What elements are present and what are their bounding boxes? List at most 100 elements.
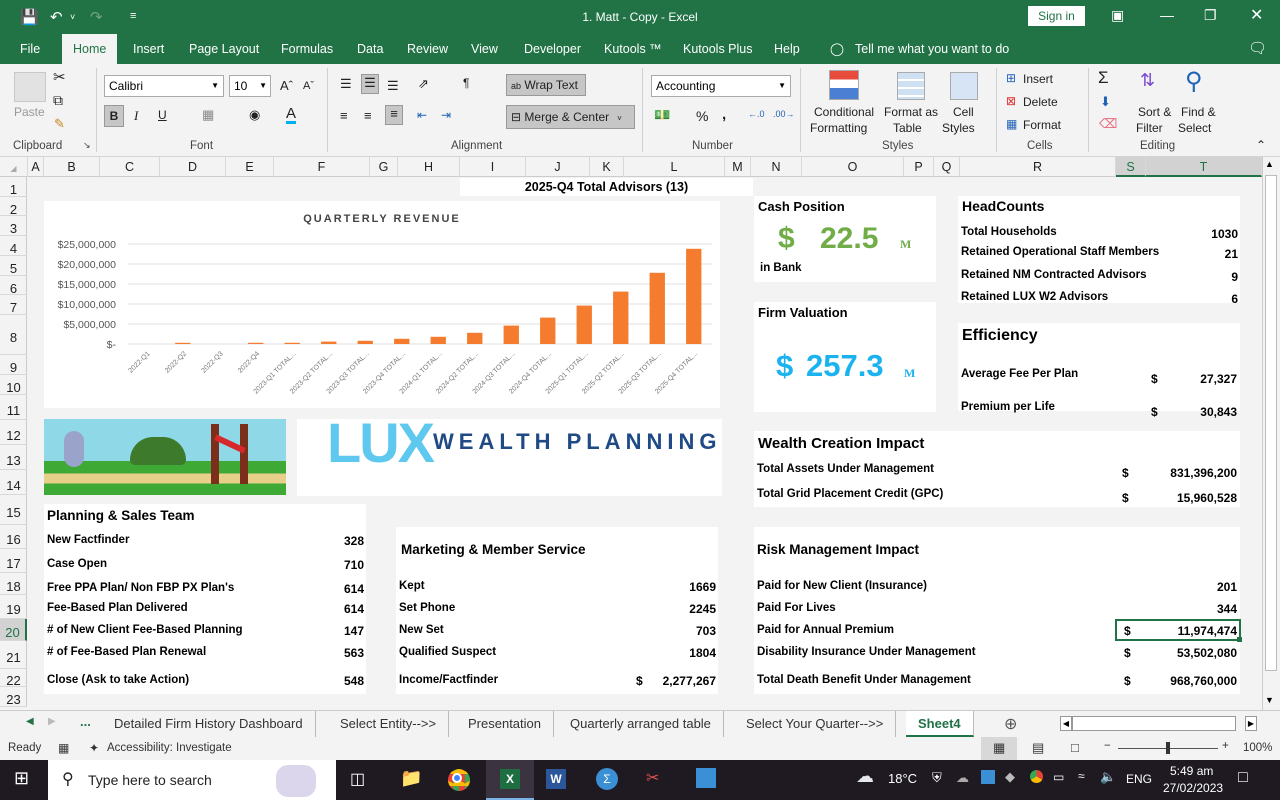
sheet-tab[interactable]: Select Entity-->> [328, 711, 450, 737]
row-header-17[interactable]: 17 [0, 549, 27, 573]
row-header-22[interactable]: 22 [0, 669, 27, 688]
delete-cells-button[interactable]: Delete [1023, 95, 1058, 109]
format-painter-icon[interactable]: ✎ [54, 116, 65, 132]
row-header-12[interactable]: 12 [0, 420, 27, 445]
tab-formulas[interactable]: Formulas [273, 34, 341, 64]
increase-font-icon[interactable]: Aˆ [280, 78, 293, 93]
percent-button[interactable]: % [696, 108, 708, 124]
column-header-j[interactable]: J [526, 157, 590, 177]
cell-styles-button[interactable]: Cell [953, 105, 974, 119]
bold-button[interactable]: B [104, 105, 124, 127]
row-header-15[interactable]: 15 [0, 495, 27, 525]
align-left-icon[interactable]: ≡ [340, 108, 348, 123]
align-bottom-icon[interactable]: ☰ [387, 78, 399, 94]
photos-icon[interactable] [696, 768, 716, 788]
font-size-select[interactable]: 10 ▼ [229, 75, 271, 97]
row-header-7[interactable]: 7 [0, 295, 27, 315]
row-header-1[interactable]: 1 [0, 177, 27, 197]
column-header-a[interactable]: A [28, 157, 44, 177]
accessibility-status[interactable]: Accessibility: Investigate [107, 742, 232, 754]
tab-page-layout[interactable]: Page Layout [181, 34, 267, 64]
paste-button[interactable]: Paste [14, 105, 45, 119]
cut-icon[interactable]: ✂ [53, 68, 66, 86]
tab-view[interactable]: View [463, 34, 506, 64]
hscroll-right-icon[interactable]: ▶ [1245, 716, 1257, 731]
merge-center-button[interactable]: ⊟ Merge & Center ˅ [506, 105, 635, 129]
security-warning-icon[interactable]: ⛨ [932, 770, 942, 786]
tab-kutools[interactable]: Kutools ™ [596, 34, 670, 64]
row-header-4[interactable]: 4 [0, 236, 27, 256]
row-header-5[interactable]: 5 [0, 256, 27, 276]
accessibility-icon[interactable]: ✦ [89, 741, 99, 755]
tray-app-icon[interactable] [981, 770, 995, 784]
row-header-9[interactable]: 9 [0, 355, 27, 375]
add-sheet-icon[interactable]: ⊕ [1004, 714, 1017, 734]
tray-chrome-icon[interactable] [1030, 770, 1043, 783]
windows-start-icon[interactable]: ⊞ [14, 768, 29, 789]
task-view-icon[interactable]: ◫ [350, 769, 365, 789]
wifi-icon[interactable]: ≈ [1078, 769, 1085, 783]
page-break-view-icon[interactable]: □ [1071, 740, 1079, 755]
column-header-h[interactable]: H [398, 157, 460, 177]
clock-time[interactable]: 5:49 am [1170, 764, 1213, 778]
restore-button[interactable]: ❐ [1204, 7, 1217, 24]
clear-icon[interactable]: ⌫ [1099, 116, 1117, 132]
normal-view-button[interactable]: ▦ [981, 737, 1017, 760]
autosum-icon[interactable]: Σ [1098, 68, 1109, 88]
align-right-icon[interactable]: ≡ [385, 105, 403, 125]
close-button[interactable]: ✕ [1250, 5, 1263, 25]
horizontal-scrollbar[interactable] [1072, 716, 1236, 731]
column-header-c[interactable]: C [100, 157, 160, 177]
taskbar-search[interactable]: ⚲ Type here to search [48, 760, 336, 800]
format-as-table-button[interactable]: Format as [884, 105, 938, 119]
sign-in-button[interactable]: Sign in [1028, 6, 1085, 26]
fill-handle[interactable] [1237, 637, 1242, 642]
minimize-button[interactable]: — [1160, 7, 1174, 23]
tab-insert[interactable]: Insert [125, 34, 172, 64]
row-header-11[interactable]: 11 [0, 395, 27, 420]
tab-kutools-plus[interactable]: Kutools Plus [675, 34, 760, 64]
fill-icon[interactable]: ⬇ [1100, 94, 1111, 110]
zoom-slider-thumb[interactable] [1166, 742, 1170, 754]
next-sheet-icon[interactable]: ▶ [48, 716, 56, 727]
page-layout-view-icon[interactable]: ▤ [1032, 740, 1044, 756]
sheet-tab[interactable]: Sheet4 [906, 711, 974, 737]
row-header-19[interactable]: 19 [0, 595, 27, 619]
vertical-scrollbar[interactable]: ▲ ▼ [1262, 157, 1280, 710]
format-as-table-label2[interactable]: Table [893, 121, 922, 135]
column-header-s[interactable]: S [1116, 157, 1146, 177]
increase-decimal-icon[interactable]: ←.0 [748, 109, 765, 119]
row-header-16[interactable]: 16 [0, 525, 27, 549]
scroll-up-icon[interactable]: ▲ [1265, 159, 1274, 169]
row-header-8[interactable]: 8 [0, 315, 27, 355]
align-middle-icon[interactable]: ☰ [361, 74, 379, 94]
comments-icon[interactable]: 🗨 [1240, 34, 1275, 64]
column-header-o[interactable]: O [802, 157, 904, 177]
tab-data[interactable]: Data [349, 34, 391, 64]
column-header-i[interactable]: I [460, 157, 526, 177]
row-header-21[interactable]: 21 [0, 641, 27, 669]
sheet-tab[interactable]: Detailed Firm History Dashboard [102, 711, 316, 737]
column-header-m[interactable]: M [725, 157, 751, 177]
decrease-decimal-icon[interactable]: .00→ [773, 109, 795, 119]
clipboard-launcher-icon[interactable]: ↘ [83, 140, 91, 151]
hscroll-left-icon[interactable]: ◀ [1060, 716, 1072, 731]
word-icon[interactable]: W [546, 769, 566, 789]
row-header-23[interactable]: 23 [0, 687, 27, 707]
row-header-6[interactable]: 6 [0, 276, 27, 296]
macro-record-icon[interactable]: ▦ [58, 741, 69, 755]
selected-cell-T20[interactable] [1115, 619, 1241, 641]
align-top-icon[interactable]: ☰ [340, 76, 352, 92]
temperature[interactable]: 18°C [888, 771, 917, 786]
math-app-icon[interactable]: Σ [596, 768, 618, 790]
row-header-14[interactable]: 14 [0, 470, 27, 495]
italic-button[interactable]: I [134, 108, 138, 124]
comma-button[interactable]: , [722, 106, 726, 123]
sort-filter-button[interactable]: Sort & [1138, 105, 1171, 119]
copy-icon[interactable]: ⧉ [53, 92, 63, 109]
snipping-tool-icon[interactable]: ✂ [646, 768, 659, 788]
borders-icon[interactable]: ▦ [202, 107, 214, 123]
font-name-select[interactable]: Calibri ▼ [104, 75, 224, 97]
prev-sheet-icon[interactable]: ◀ [26, 716, 34, 727]
chrome-icon[interactable] [448, 769, 470, 791]
